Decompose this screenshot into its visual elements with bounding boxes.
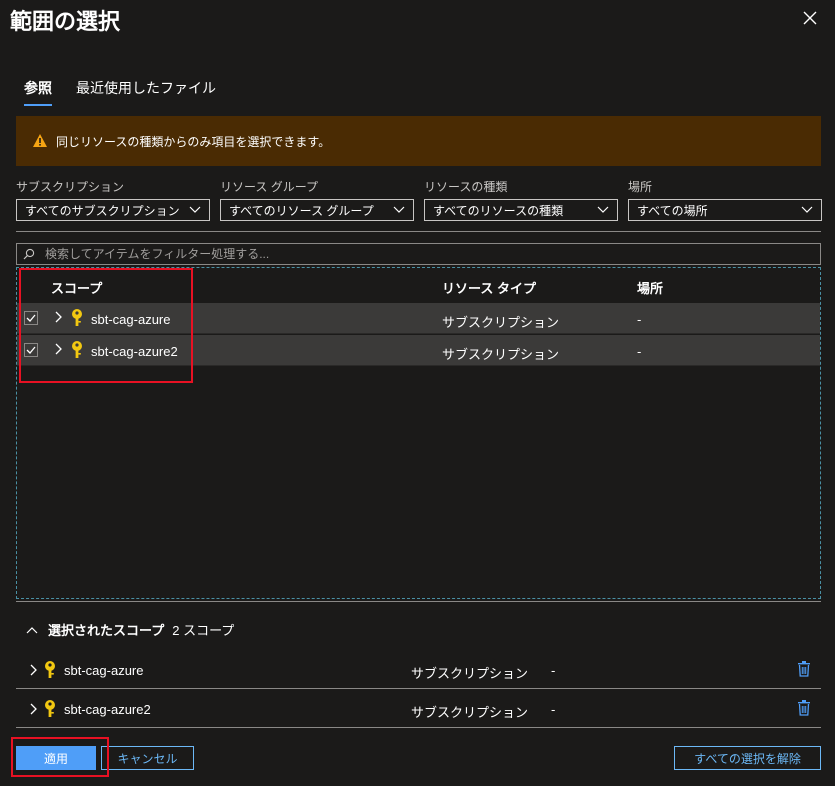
resource-group-dropdown[interactable]: すべてのリソース グループ xyxy=(220,199,414,221)
close-icon[interactable] xyxy=(800,8,820,28)
selected-item-name: sbt-cag-azure xyxy=(64,663,144,678)
search-input[interactable] xyxy=(45,247,805,261)
dropdown-value: すべてのリソース グループ xyxy=(229,203,374,218)
selected-scopes-count: 2 スコープ xyxy=(172,623,235,638)
chevron-right-icon[interactable] xyxy=(55,311,63,323)
warning-banner: 同じリソースの種類からのみ項目を選択できます。 xyxy=(16,116,821,166)
chevron-down-icon xyxy=(597,206,609,213)
column-header-type[interactable]: リソース タイプ xyxy=(442,278,536,297)
grid-row[interactable]: sbt-cag-azure サブスクリプション - xyxy=(17,303,820,334)
trash-icon[interactable] xyxy=(797,700,811,716)
trash-icon[interactable] xyxy=(797,661,811,677)
divider xyxy=(16,601,821,602)
selected-item-type: サブスクリプション xyxy=(411,666,529,681)
warning-icon xyxy=(33,134,47,147)
filter-label: リソースの種類 xyxy=(424,180,508,194)
key-icon xyxy=(45,661,55,678)
column-header-location[interactable]: 場所 xyxy=(637,278,663,297)
dialog-title: 範囲の選択 xyxy=(10,9,121,34)
warning-text: 同じリソースの種類からのみ項目を選択できます。 xyxy=(56,134,331,149)
subscription-dropdown[interactable]: すべてのサブスクリプション xyxy=(16,199,210,221)
key-icon xyxy=(45,700,55,717)
filter-label: 場所 xyxy=(628,180,653,194)
chevron-down-icon xyxy=(189,206,201,213)
filter-resource-group: リソース グループ すべてのリソース グループ xyxy=(220,178,414,221)
key-icon xyxy=(72,309,82,326)
selected-scopes-header[interactable]: 選択されたスコープ 2 スコープ xyxy=(26,620,234,639)
filter-location: 場所 すべての場所 xyxy=(628,178,822,221)
column-header-scope[interactable]: スコープ xyxy=(51,278,102,297)
row-type: サブスクリプション xyxy=(442,347,560,362)
filter-label: リソース グループ xyxy=(220,180,319,194)
filter-label: サブスクリプション xyxy=(16,180,125,194)
tab-bar: 参照 最近使用したファイル xyxy=(24,78,216,106)
tab-recent[interactable]: 最近使用したファイル xyxy=(76,78,216,106)
selected-item-type: サブスクリプション xyxy=(411,705,529,720)
chevron-right-icon[interactable] xyxy=(30,703,38,715)
chevron-right-icon[interactable] xyxy=(55,343,63,355)
scope-grid: スコープ リソース タイプ 場所 sbt-cag-azure サブスクリプション… xyxy=(16,267,821,599)
filter-resource-type: リソースの種類 すべてのリソースの種類 xyxy=(424,178,618,221)
row-location: - xyxy=(637,344,642,359)
chevron-right-icon[interactable] xyxy=(30,664,38,676)
filter-bar: サブスクリプション すべてのサブスクリプション リソース グループ すべてのリソ… xyxy=(16,178,822,221)
selected-item: sbt-cag-azure サブスクリプション - xyxy=(16,651,821,689)
chevron-up-icon xyxy=(26,626,38,633)
chevron-down-icon xyxy=(801,206,813,213)
selected-item: sbt-cag-azure2 サブスクリプション - xyxy=(16,690,821,728)
dropdown-value: すべての場所 xyxy=(637,203,708,218)
grid-row[interactable]: sbt-cag-azure2 サブスクリプション - xyxy=(17,335,820,366)
selected-item-location: - xyxy=(551,702,556,717)
dropdown-value: すべてのサブスクリプション xyxy=(25,203,180,218)
selected-item-name: sbt-cag-azure2 xyxy=(64,702,151,717)
row-checkbox[interactable] xyxy=(24,343,38,357)
row-type: サブスクリプション xyxy=(442,315,560,330)
row-name: sbt-cag-azure xyxy=(91,312,171,327)
checkmark-icon xyxy=(26,314,36,322)
row-name: sbt-cag-azure2 xyxy=(91,344,178,359)
row-checkbox[interactable] xyxy=(24,311,38,325)
selected-scopes-title: 選択されたスコープ xyxy=(48,623,165,638)
row-location: - xyxy=(637,312,642,327)
search-icon xyxy=(23,248,35,260)
clear-all-button[interactable]: すべての選択を解除 xyxy=(674,746,821,770)
cancel-button[interactable]: キャンセル xyxy=(101,746,194,770)
resource-type-dropdown[interactable]: すべてのリソースの種類 xyxy=(424,199,618,221)
filter-subscription: サブスクリプション すべてのサブスクリプション xyxy=(16,178,210,221)
chevron-down-icon xyxy=(393,206,405,213)
selected-item-location: - xyxy=(551,663,556,678)
tab-browse[interactable]: 参照 xyxy=(24,78,52,106)
dropdown-value: すべてのリソースの種類 xyxy=(433,203,564,218)
apply-button[interactable]: 適用 xyxy=(16,746,96,770)
key-icon xyxy=(72,341,82,358)
grid-header: スコープ リソース タイプ 場所 xyxy=(17,268,820,302)
location-dropdown[interactable]: すべての場所 xyxy=(628,199,822,221)
divider xyxy=(16,231,821,232)
checkmark-icon xyxy=(26,346,36,354)
search-box xyxy=(16,243,821,265)
